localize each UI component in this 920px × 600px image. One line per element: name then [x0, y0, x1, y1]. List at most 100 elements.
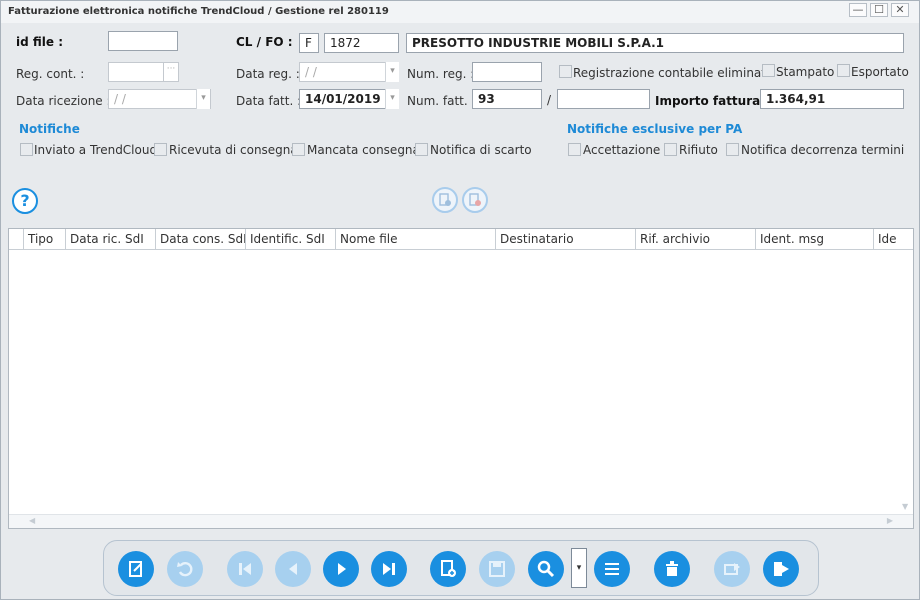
exit-button[interactable]: [763, 551, 799, 587]
scroll-left-icon[interactable]: ◀: [29, 516, 35, 525]
previous-record-icon: [289, 563, 297, 575]
grid-column-header[interactable]: Data cons. SdI: [155, 229, 245, 250]
scroll-right-icon[interactable]: ▶: [887, 516, 893, 525]
grid-header: Tipo Data ric. SdI Data cons. SdI Identi…: [9, 229, 913, 250]
list-icon: [605, 563, 619, 575]
num-fatt-input[interactable]: 93: [472, 89, 542, 109]
notifica-pa-label-decorrenza: Notifica decorrenza termini: [741, 143, 905, 157]
reg-cont-input[interactable]: [108, 62, 164, 82]
close-button[interactable]: ✕: [891, 3, 909, 17]
stampato-checkbox[interactable]: [762, 64, 775, 77]
id-file-input[interactable]: [108, 31, 178, 51]
last-record-icon: [383, 563, 395, 575]
grid-column-header[interactable]: Data ric. SdI: [65, 229, 155, 250]
notifica-checkbox-inviato[interactable]: [20, 143, 33, 156]
notifica-label-mancata: Mancata consegna: [307, 143, 420, 157]
notifiche-title: Notifiche: [19, 122, 80, 136]
search-icon: [537, 560, 555, 578]
id-file-label: id file :: [16, 35, 64, 49]
notifica-pa-checkbox-accettazione[interactable]: [568, 143, 581, 156]
data-ricezione-dropdown-icon[interactable]: ▾: [196, 89, 210, 109]
data-reg-input[interactable]: / /: [299, 62, 399, 82]
window-title: Fatturazione elettronica notifiche Trend…: [8, 6, 389, 17]
notifica-pa-checkbox-rifiuto[interactable]: [664, 143, 677, 156]
notifica-label-ricevuta: Ricevuta di consegna: [169, 143, 298, 157]
notifica-pa-label-rifiuto: Rifiuto: [679, 143, 718, 157]
grid-column-header[interactable]: Rif. archivio: [635, 229, 755, 250]
scroll-down-icon[interactable]: ▼: [902, 502, 908, 511]
help-button[interactable]: ?: [12, 188, 38, 214]
previous-record-button[interactable]: [275, 551, 311, 587]
undo-button[interactable]: [167, 551, 203, 587]
grid-column-header[interactable]: Identific. SdI: [245, 229, 335, 250]
data-reg-dropdown-icon[interactable]: ▾: [385, 62, 399, 82]
num-reg-input[interactable]: [472, 62, 542, 82]
num-reg-label: Num. reg. :: [407, 67, 475, 81]
notifica-pa-checkbox-decorrenza[interactable]: [726, 143, 739, 156]
importo-label: Importo fattura :: [655, 94, 770, 108]
grid-column-header[interactable]: Tipo: [23, 229, 65, 250]
grid-column-header[interactable]: Nome file: [335, 229, 495, 250]
data-fatt-label: Data fatt. :: [236, 94, 302, 108]
grid-column-header[interactable]: Ide: [873, 229, 899, 250]
stampato-label: Stampato: [776, 65, 835, 79]
list-button[interactable]: [594, 551, 630, 587]
next-record-button[interactable]: [323, 551, 359, 587]
minimize-button[interactable]: —: [849, 3, 867, 17]
delete-button[interactable]: [654, 551, 690, 587]
data-fatt-input[interactable]: 14/01/2019: [299, 89, 399, 109]
new-document-icon: [441, 560, 456, 577]
esportato-label: Esportato: [851, 65, 909, 79]
data-fatt-dropdown-icon[interactable]: ▾: [385, 89, 399, 109]
exit-icon: [774, 562, 789, 576]
edit-button[interactable]: [118, 551, 154, 587]
first-record-icon: [239, 563, 251, 575]
search-button[interactable]: [528, 551, 564, 587]
data-reg-label: Data reg. :: [236, 67, 300, 81]
maximize-button[interactable]: ☐: [870, 3, 888, 17]
num-fatt-suffix-input[interactable]: [557, 89, 650, 109]
notifica-checkbox-scarto[interactable]: [415, 143, 428, 156]
notifica-checkbox-mancata[interactable]: [292, 143, 305, 156]
grid-vertical-scrollbar[interactable]: ▼: [899, 251, 913, 513]
attach-document-icon[interactable]: [432, 187, 458, 213]
grid-horizontal-scrollbar[interactable]: ◀ ▶: [9, 514, 913, 528]
main-window: Fatturazione elettronica notifiche Trend…: [0, 0, 920, 600]
notifica-checkbox-ricevuta[interactable]: [154, 143, 167, 156]
new-document-button[interactable]: [430, 551, 466, 587]
reg-elim-label: Registrazione contabile eliminata: [573, 66, 774, 80]
importo-input[interactable]: 1.364,91: [760, 89, 904, 109]
reg-cont-lookup-button[interactable]: ···: [163, 62, 179, 82]
cl-fo-name-field[interactable]: PRESOTTO INDUSTRIE MOBILI S.P.A.1: [406, 33, 904, 53]
data-ricezione-label: Data ricezione :: [16, 94, 111, 108]
search-options-dropdown[interactable]: ▾: [571, 548, 587, 588]
remove-document-icon[interactable]: [462, 187, 488, 213]
last-record-button[interactable]: [371, 551, 407, 587]
notifiche-pa-title: Notifiche esclusive per PA: [567, 122, 743, 136]
notifica-pa-label-accettazione: Accettazione: [583, 143, 661, 157]
next-record-icon: [338, 563, 346, 575]
num-fatt-label: Num. fatt. :: [407, 94, 476, 108]
undo-icon: [177, 562, 193, 577]
cl-fo-code-field[interactable]: 1872: [324, 33, 399, 53]
notifica-label-inviato: Inviato a TrendCloud: [34, 143, 158, 157]
save-button[interactable]: [479, 551, 515, 587]
cl-fo-label: CL / FO :: [236, 35, 293, 49]
notifica-label-scarto: Notifica di scarto: [430, 143, 532, 157]
first-record-button[interactable]: [227, 551, 263, 587]
cl-fo-type-field[interactable]: F: [299, 33, 319, 53]
num-fatt-separator: /: [547, 93, 552, 107]
export-icon: [724, 563, 740, 575]
save-icon: [489, 561, 505, 577]
reg-elim-checkbox[interactable]: [559, 65, 572, 78]
delete-icon: [666, 561, 678, 576]
esportato-checkbox[interactable]: [837, 64, 850, 77]
grid-column-header[interactable]: Ident. msg: [755, 229, 873, 250]
title-bar: Fatturazione elettronica notifiche Trend…: [1, 1, 919, 23]
bottom-toolbar: ▾: [103, 540, 819, 596]
grid-column-header[interactable]: Destinatario: [495, 229, 635, 250]
notifications-grid[interactable]: Tipo Data ric. SdI Data cons. SdI Identi…: [8, 228, 914, 529]
reg-cont-label: Reg. cont. :: [16, 67, 85, 81]
edit-document-icon: [129, 561, 142, 577]
export-button[interactable]: [714, 551, 750, 587]
